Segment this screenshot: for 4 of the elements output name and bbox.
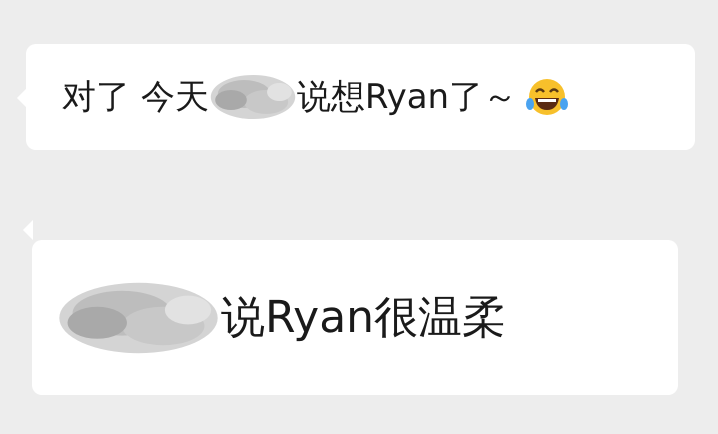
- message-text: 说想Ryan了～: [296, 76, 518, 118]
- laughing-tears-icon: [525, 76, 570, 118]
- message-text: 对了 今天: [62, 76, 209, 118]
- message-text: 说Ryan很温柔: [221, 290, 506, 344]
